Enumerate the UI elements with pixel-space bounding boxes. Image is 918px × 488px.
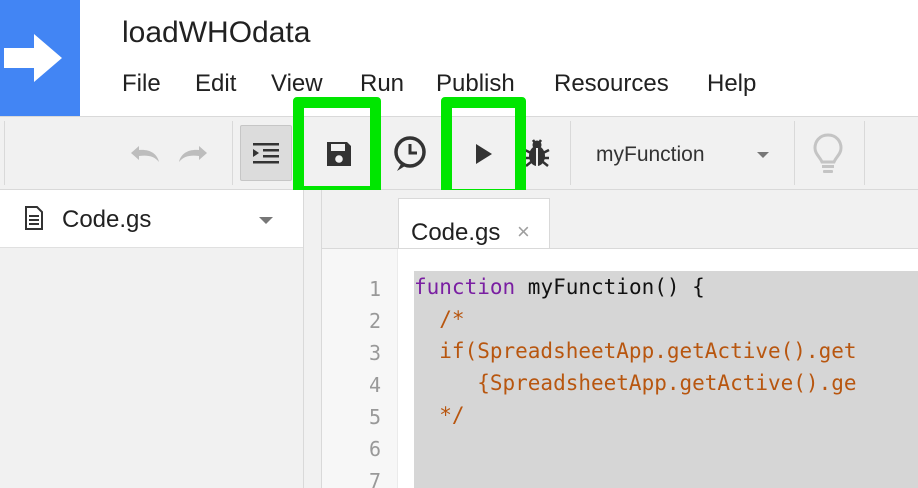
- bug-icon: [524, 139, 550, 167]
- chevron-down-icon[interactable]: [258, 216, 274, 225]
- code-comment: */: [414, 403, 465, 427]
- editor-area: Code.gs × 1 2 3 4 5 6 7 function myFunct…: [322, 190, 918, 488]
- lightbulb-icon: [813, 133, 843, 173]
- menu-run[interactable]: Run: [360, 70, 404, 98]
- undo-button[interactable]: [124, 129, 164, 179]
- document-icon: [25, 206, 43, 230]
- function-select-label: myFunction: [596, 143, 705, 166]
- line-number: 4: [368, 373, 381, 397]
- editor-tab-label: Code.gs: [411, 219, 501, 246]
- indent-toggle-button[interactable]: [240, 125, 292, 181]
- triggers-button[interactable]: [386, 129, 434, 179]
- code-line[interactable]: function myFunction() {: [414, 275, 705, 299]
- code-comment: {SpreadsheetApp.getActive().ge: [414, 371, 857, 395]
- toolbar-separator: [4, 121, 5, 185]
- arrow-right-icon: [4, 34, 62, 82]
- line-number: 5: [368, 405, 381, 429]
- code-keyword: function: [414, 275, 516, 299]
- save-icon: [327, 142, 351, 166]
- close-icon[interactable]: ×: [517, 219, 530, 245]
- menu-view[interactable]: View: [271, 70, 323, 98]
- redo-button[interactable]: [174, 129, 214, 179]
- menu-publish[interactable]: Publish: [436, 70, 515, 98]
- execution-hints-button[interactable]: [806, 129, 850, 179]
- code-comment: if(SpreadsheetApp.getActive().get: [414, 339, 857, 363]
- line-number: 7: [368, 469, 381, 488]
- menu-resources[interactable]: Resources: [554, 70, 669, 98]
- code-text[interactable]: function myFunction() { /* if(Spreadshee…: [414, 271, 918, 488]
- menu-help[interactable]: Help: [707, 70, 756, 98]
- code-line[interactable]: */: [414, 403, 465, 427]
- toolbar-separator: [232, 121, 233, 185]
- file-list-item[interactable]: Code.gs: [0, 190, 303, 248]
- toolbar-separator: [794, 121, 795, 185]
- function-select[interactable]: myFunction: [572, 129, 790, 179]
- debug-button[interactable]: [516, 129, 558, 179]
- save-button[interactable]: [310, 129, 368, 179]
- code-line[interactable]: if(SpreadsheetApp.getActive().get: [414, 339, 857, 363]
- line-number-gutter: 1 2 3 4 5 6 7: [322, 249, 398, 488]
- editor-tab[interactable]: Code.gs ×: [398, 198, 550, 248]
- file-name: Code.gs: [62, 206, 152, 233]
- code-identifier: myFunction() {: [515, 275, 705, 299]
- code-line[interactable]: {SpreadsheetApp.getActive().ge: [414, 371, 857, 395]
- code-line[interactable]: /*: [414, 307, 465, 331]
- project-title[interactable]: loadWHOdata: [122, 16, 310, 50]
- menu-edit[interactable]: Edit: [195, 70, 236, 98]
- toolbar-separator: [570, 121, 571, 185]
- line-number: 2: [368, 309, 381, 333]
- clock-icon: [394, 136, 426, 171]
- line-number: 1: [368, 277, 381, 301]
- file-pane: Code.gs: [0, 190, 304, 488]
- toolbar-separator: [864, 121, 865, 185]
- redo-icon: [179, 146, 207, 162]
- undo-icon: [131, 146, 159, 162]
- chevron-down-icon: [757, 152, 769, 158]
- pane-divider[interactable]: [304, 190, 322, 488]
- line-number: 6: [368, 437, 381, 461]
- play-icon: [476, 144, 492, 164]
- code-editor[interactable]: 1 2 3 4 5 6 7 function myFunction() { /*…: [322, 248, 918, 488]
- run-button[interactable]: [458, 129, 508, 179]
- line-number: 3: [368, 341, 381, 365]
- app-header: loadWHOdata File Edit View Run Publish R…: [0, 0, 918, 116]
- menu-file[interactable]: File: [122, 70, 161, 98]
- code-comment: /*: [414, 307, 465, 331]
- indent-icon: [253, 143, 279, 164]
- toolbar: myFunction: [0, 116, 918, 190]
- apps-script-logo[interactable]: [0, 0, 80, 116]
